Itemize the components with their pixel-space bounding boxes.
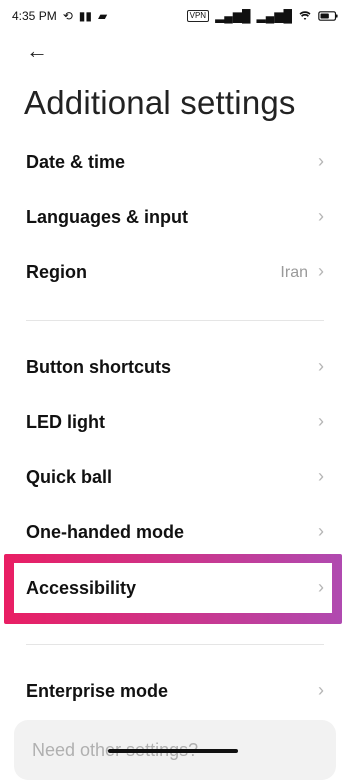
status-time: 4:35 PM (12, 9, 57, 23)
row-right: Iran › (280, 261, 324, 283)
chevron-right-icon: › (318, 466, 324, 486)
divider-line (26, 644, 324, 645)
settings-row-enterprise-mode[interactable]: Enterprise mode › (0, 664, 350, 719)
row-label: Enterprise mode (26, 681, 169, 701)
battery-icon (318, 10, 338, 22)
chevron-right-icon: › (318, 521, 324, 541)
row-right: › (308, 206, 324, 228)
chevron-right-icon: › (318, 356, 324, 376)
section-divider (0, 624, 350, 664)
row-right: › (308, 151, 324, 173)
row-label: Region (26, 262, 87, 282)
vpn-badge: VPN (186, 10, 210, 22)
row-right: › (308, 411, 324, 433)
row-right: › (308, 680, 324, 702)
signal-2-icon: ▂▄▆█ (256, 9, 292, 23)
home-indicator (108, 749, 238, 753)
settings-row-date-time[interactable]: Date & time › (0, 135, 350, 190)
wifi-icon (298, 10, 312, 22)
notification-icon: ▰ (97, 9, 108, 23)
row-label: Accessibility (26, 578, 137, 598)
row-label: Date & time (26, 152, 126, 172)
settings-row-accessibility[interactable]: Accessibility › (0, 561, 350, 616)
chevron-right-icon: › (318, 206, 324, 226)
chevron-right-icon: › (318, 261, 324, 281)
row-label: LED light (26, 412, 105, 432)
row-right: › (308, 521, 324, 543)
signal-icon: ▮▮ (78, 9, 92, 23)
settings-row-languages-input[interactable]: Languages & input › (0, 190, 350, 245)
sync-off-icon: ⟲ (62, 9, 73, 23)
settings-row-quick-ball[interactable]: Quick ball › (0, 450, 350, 505)
section-divider (0, 300, 350, 340)
highlighted-row-wrapper: Accessibility › (0, 554, 350, 624)
settings-row-button-shortcuts[interactable]: Button shortcuts › (0, 340, 350, 395)
row-right: › (308, 356, 324, 378)
back-button[interactable]: ← (26, 38, 48, 63)
row-label: Quick ball (26, 467, 113, 487)
status-left: 4:35 PM ⟲ ▮▮ ▰ (12, 9, 107, 23)
row-value: Iran (280, 263, 308, 281)
back-arrow-icon: ← (26, 38, 48, 63)
status-right: VPN ▂▄▆█ ▂▄▆█ (186, 9, 338, 23)
chevron-right-icon: › (318, 411, 324, 431)
settings-row-one-handed-mode[interactable]: One-handed mode › (0, 505, 350, 560)
divider-line (26, 320, 324, 321)
signal-1-icon: ▂▄▆█ (215, 9, 251, 23)
settings-row-led-light[interactable]: LED light › (0, 395, 350, 450)
chevron-right-icon: › (318, 680, 324, 700)
row-right: › (308, 466, 324, 488)
settings-list: Date & time › Languages & input › Region… (0, 135, 350, 719)
chevron-right-icon: › (318, 577, 324, 597)
row-label: Button shortcuts (26, 357, 171, 377)
status-bar: 4:35 PM ⟲ ▮▮ ▰ VPN ▂▄▆█ ▂▄▆█ (0, 0, 350, 32)
page-title: Additional settings (24, 84, 296, 121)
settings-row-region[interactable]: Region Iran › (0, 245, 350, 300)
row-label: One-handed mode (26, 522, 185, 542)
row-right: › (308, 577, 324, 599)
chevron-right-icon: › (318, 151, 324, 171)
row-label: Languages & input (26, 207, 188, 227)
